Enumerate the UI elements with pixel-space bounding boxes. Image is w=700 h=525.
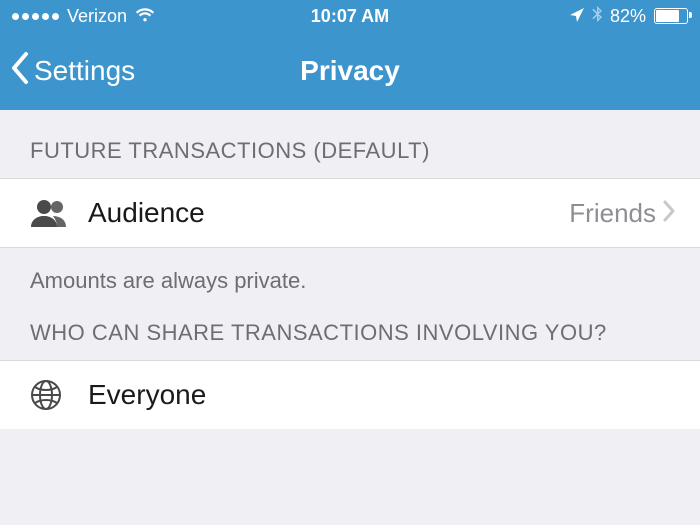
globe-icon bbox=[30, 379, 74, 411]
audience-value: Friends bbox=[569, 198, 662, 229]
everyone-label: Everyone bbox=[74, 379, 676, 411]
amounts-note: Amounts are always private. bbox=[0, 248, 700, 302]
battery-fill bbox=[656, 10, 679, 22]
status-right: 82% bbox=[463, 6, 688, 27]
battery-pct: 82% bbox=[610, 6, 646, 27]
nav-bar: Settings Privacy bbox=[0, 32, 700, 110]
location-icon bbox=[570, 6, 584, 27]
section-header-share: WHO CAN SHARE TRANSACTIONS INVOLVING YOU… bbox=[0, 302, 700, 360]
back-button[interactable]: Settings bbox=[0, 51, 135, 92]
battery-icon bbox=[654, 8, 688, 24]
bluetooth-icon bbox=[592, 6, 602, 27]
people-icon bbox=[30, 199, 74, 227]
audience-label: Audience bbox=[74, 197, 569, 229]
audience-row[interactable]: Audience Friends bbox=[0, 178, 700, 248]
back-label: Settings bbox=[34, 55, 135, 87]
chevron-right-icon bbox=[662, 199, 676, 228]
wifi-icon bbox=[135, 6, 155, 27]
carrier-label: Verizon bbox=[67, 6, 127, 27]
status-time: 10:07 AM bbox=[237, 6, 462, 27]
signal-strength-icon bbox=[12, 13, 59, 20]
section-header-future: FUTURE TRANSACTIONS (DEFAULT) bbox=[0, 110, 700, 178]
everyone-row[interactable]: Everyone bbox=[0, 360, 700, 429]
chevron-left-icon bbox=[10, 51, 30, 92]
status-bar: Verizon 10:07 AM 82% bbox=[0, 0, 700, 32]
status-left: Verizon bbox=[12, 6, 237, 27]
